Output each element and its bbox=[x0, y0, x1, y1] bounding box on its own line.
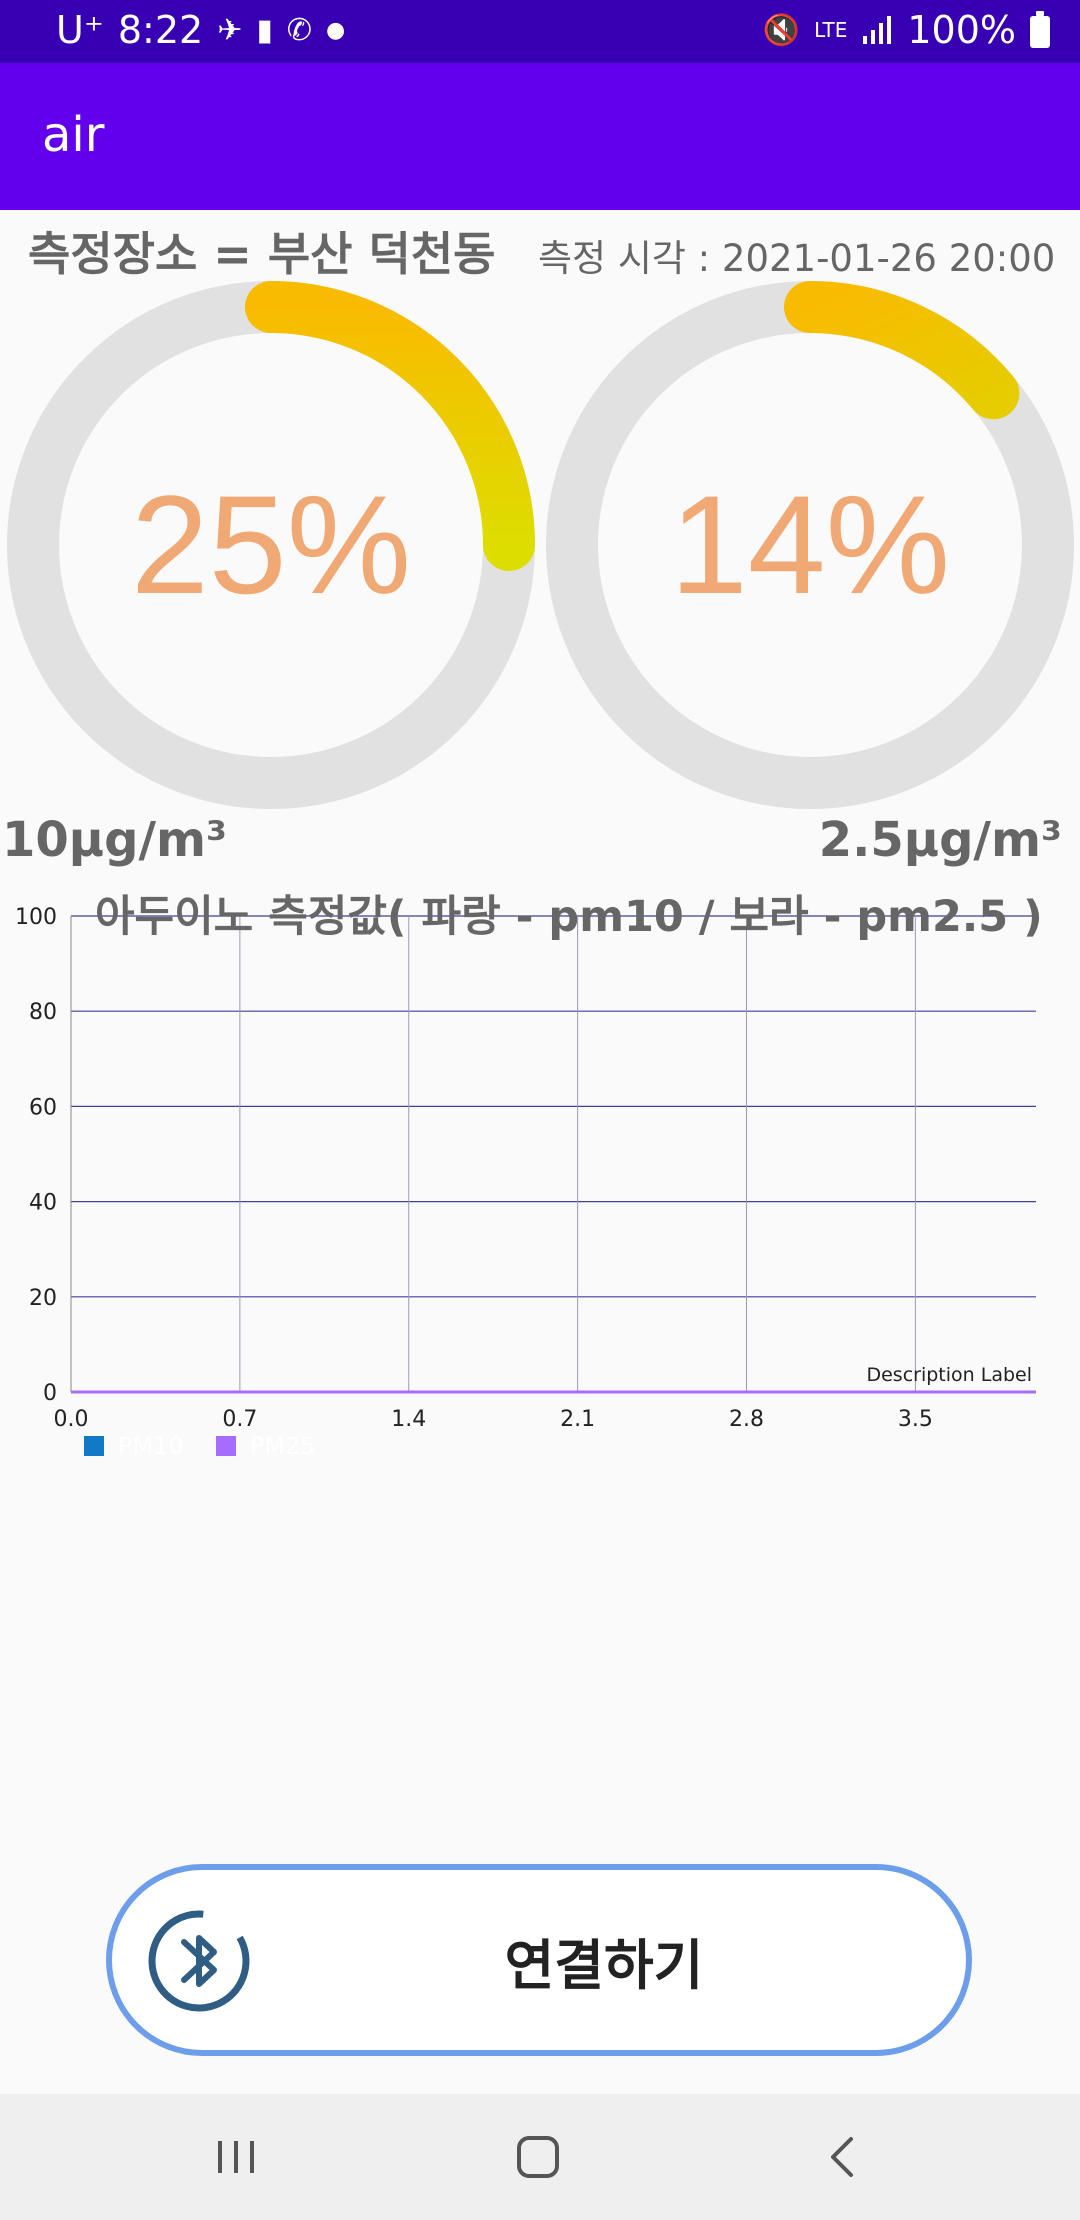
measure-time-label: 측정 시각 : 2021-01-26 20:00 bbox=[538, 237, 1056, 280]
notification-app-icon: ✈ bbox=[217, 12, 243, 48]
measurement-chart: 0 20 40 60 80 100 0.0 0.7 1.4 2.1 2.8 3.5 Descripti… bbox=[15, 905, 1036, 1430]
more-notifications-icon: ● bbox=[326, 17, 346, 43]
x-tick-label: 1.4 bbox=[391, 1407, 426, 1430]
legend-swatch-pm25 bbox=[215, 1436, 236, 1456]
y-tick-label: 20 bbox=[29, 1286, 57, 1311]
chart-grid bbox=[70, 915, 1036, 1393]
y-tick-label: 100 bbox=[15, 905, 57, 930]
x-tick-label: 0.0 bbox=[54, 1407, 89, 1430]
x-tick-label: 2.1 bbox=[560, 1407, 595, 1430]
legend-item-pm25: PM25 bbox=[215, 1432, 316, 1460]
battery-percent: 100% bbox=[907, 8, 1016, 52]
app-title: air bbox=[42, 107, 105, 163]
y-tick-label: 0 bbox=[43, 1381, 57, 1406]
back-button[interactable] bbox=[772, 2094, 912, 2220]
location-label: 측정장소 = 부산 덕천동 bbox=[28, 227, 496, 281]
y-tick-label: 60 bbox=[29, 1095, 57, 1120]
x-tick-label: 0.7 bbox=[222, 1407, 257, 1430]
pm25-unit-label: 2.5μg/m³ bbox=[818, 812, 1062, 868]
chart-title: 아두이노 측정값( 파랑 - pm10 / 보라 - pm2.5 ) bbox=[95, 892, 1043, 942]
legend-label-pm25: PM25 bbox=[249, 1432, 316, 1460]
recent-apps-icon bbox=[218, 2141, 254, 2173]
pm10-unit-label: 10μg/m³ bbox=[2, 812, 228, 868]
home-button[interactable] bbox=[468, 2094, 608, 2220]
status-right: 🔇 LTE 100% bbox=[763, 8, 1050, 52]
call-icon: ✆ bbox=[286, 12, 313, 48]
navigation-bar bbox=[0, 2094, 1080, 2220]
connect-button[interactable]: 연결하기 bbox=[106, 1864, 972, 2056]
clock: 8:22 bbox=[117, 8, 204, 52]
status-left: U⁺ 8:22 ✈ ▮ ✆ ● bbox=[56, 8, 345, 52]
y-tick-label: 80 bbox=[29, 1000, 57, 1025]
status-bar: U⁺ 8:22 ✈ ▮ ✆ ● 🔇 LTE 100% bbox=[0, 0, 1080, 63]
battery-icon bbox=[1030, 11, 1050, 48]
mute-icon: 🔇 bbox=[762, 12, 801, 48]
carrier-label: U⁺ bbox=[56, 8, 104, 52]
home-icon bbox=[517, 2136, 559, 2178]
recent-apps-button[interactable] bbox=[166, 2094, 306, 2220]
chart-ticks: 0 20 40 60 80 100 0.0 0.7 1.4 2.1 2.8 3.5 bbox=[15, 905, 933, 1430]
pm25-gauge: 14% bbox=[545, 280, 1075, 810]
y-tick-label: 40 bbox=[29, 1191, 57, 1216]
network-type: LTE bbox=[814, 18, 848, 42]
connect-button-label: 연결하기 bbox=[504, 1933, 704, 1997]
chart-description: Description Label bbox=[866, 1364, 1032, 1386]
signal-icon bbox=[863, 16, 892, 44]
legend-item-pm10: PM10 bbox=[84, 1432, 184, 1460]
app-bar: air bbox=[0, 63, 1080, 210]
pm10-percent: 25% bbox=[130, 466, 412, 623]
legend-label-pm10: PM10 bbox=[118, 1432, 184, 1460]
x-tick-label: 2.8 bbox=[729, 1407, 764, 1430]
sim-icon: ▮ bbox=[256, 12, 273, 48]
chart-legend: PM10 PM25 bbox=[84, 1432, 335, 1460]
pm25-percent: 14% bbox=[669, 466, 951, 623]
x-tick-label: 3.5 bbox=[898, 1407, 933, 1430]
back-icon bbox=[831, 2137, 853, 2177]
pm10-gauge: 25% bbox=[6, 280, 536, 810]
legend-swatch-pm10 bbox=[84, 1436, 104, 1456]
